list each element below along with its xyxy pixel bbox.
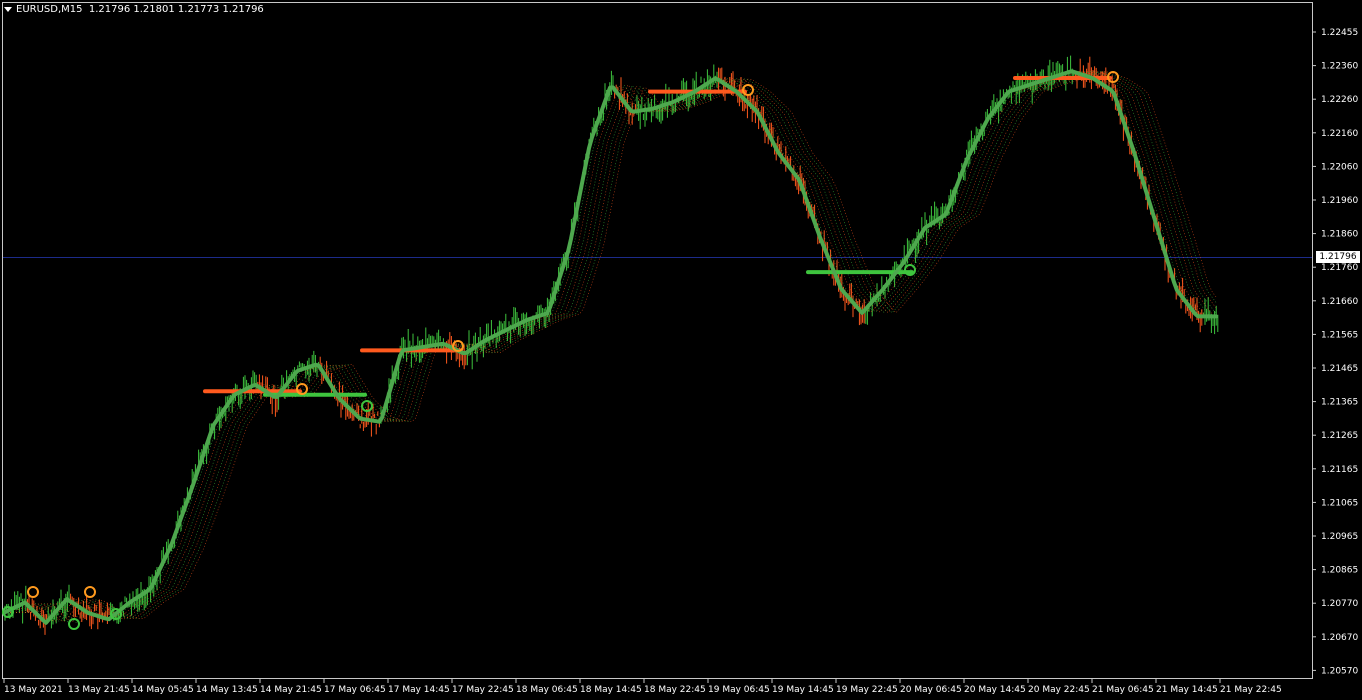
price-tick-label: 1.20670: [1321, 633, 1358, 643]
time-tick-label: 21 May 14:45: [1156, 685, 1218, 695]
time-tick-label: 18 May 06:45: [516, 685, 578, 695]
price-tick-label: 1.21065: [1321, 498, 1358, 508]
time-tick-label: 13 May 2021: [4, 685, 63, 695]
price-tick-label: 1.21660: [1321, 297, 1358, 307]
price-tick-label: 1.22060: [1321, 162, 1358, 172]
window-menu-icon[interactable]: [4, 6, 12, 12]
price-tick-label: 1.21960: [1321, 196, 1358, 206]
ohlc-values: 1.21796 1.21801 1.21773 1.21796: [88, 4, 264, 15]
symbol-label: EURUSD,M15: [16, 4, 83, 15]
price-axis: 1.22455 1.22360 1.22260 1.22160 1.22060 1.219…: [1312, 28, 1358, 676]
time-tick-label: 19 May 14:45: [772, 685, 834, 695]
price-tick-label: 1.20570: [1321, 666, 1358, 676]
time-tick-label: 14 May 13:45: [196, 685, 258, 695]
price-tick-label: 1.21465: [1321, 364, 1358, 374]
ribbon-lines: [4, 70, 1217, 624]
price-tick-label: 1.20770: [1321, 599, 1358, 609]
price-tick-label: 1.22160: [1321, 129, 1358, 139]
time-tick-label: 21 May 06:45: [1092, 685, 1154, 695]
chart-header: EURUSD,M15 1.21796 1.21801 1.21773 1.217…: [4, 4, 264, 15]
time-tick-label: 14 May 21:45: [260, 685, 322, 695]
time-tick-label: 18 May 14:45: [580, 685, 642, 695]
price-tick-label: 1.21365: [1321, 398, 1358, 408]
price-tick-label: 1.21265: [1321, 431, 1358, 441]
current-price-tag: 1.21796: [1316, 251, 1360, 263]
time-tick-label: 18 May 22:45: [644, 685, 706, 695]
sell-signal-marker[interactable]: [296, 383, 308, 395]
price-tick-label: 1.20965: [1321, 532, 1358, 542]
price-tick-label: 1.21165: [1321, 465, 1358, 475]
ribbon-line: [4, 70, 1216, 622]
price-bars: [4, 55, 1219, 635]
ribbon-line: [4, 70, 1216, 622]
signal-levels: [203, 76, 1112, 397]
time-tick-label: 13 May 21:45: [68, 685, 130, 695]
ribbon-line: [4, 70, 1217, 622]
sell-signal-marker[interactable]: [84, 586, 96, 598]
ribbon-line: [4, 70, 1216, 622]
time-tick-label: 17 May 14:45: [388, 685, 450, 695]
price-tick-label: 1.21860: [1321, 230, 1358, 240]
time-tick-label: 20 May 14:45: [964, 685, 1026, 695]
price-tick-label: 1.22360: [1321, 62, 1358, 72]
time-tick-label: 17 May 22:45: [452, 685, 514, 695]
price-tick-label: 1.20865: [1321, 566, 1358, 576]
price-tick-label: 1.22260: [1321, 95, 1358, 105]
time-tick-label: 14 May 05:45: [132, 685, 194, 695]
price-tick-label: 1.21565: [1321, 330, 1358, 340]
time-tick-label: 20 May 22:45: [1028, 685, 1090, 695]
buy-signal-marker[interactable]: [68, 618, 80, 630]
time-tick-label: 20 May 06:45: [900, 685, 962, 695]
time-tick-label: 19 May 22:45: [836, 685, 898, 695]
price-tick-label: 1.21760: [1321, 263, 1358, 273]
time-tick-label: 21 May 22:45: [1220, 685, 1282, 695]
time-tick-label: 17 May 06:45: [324, 685, 386, 695]
price-tick-label: 1.22455: [1321, 28, 1358, 38]
sell-signal-marker[interactable]: [27, 586, 39, 598]
time-tick-label: 19 May 06:45: [708, 685, 770, 695]
price-chart[interactable]: 1.22455 1.22360 1.22260 1.22160 1.22060 1.219…: [0, 0, 1362, 700]
time-axis: 13 May 2021 13 May 21:45 14 May 05:45 14 Ma…: [3, 679, 1282, 695]
